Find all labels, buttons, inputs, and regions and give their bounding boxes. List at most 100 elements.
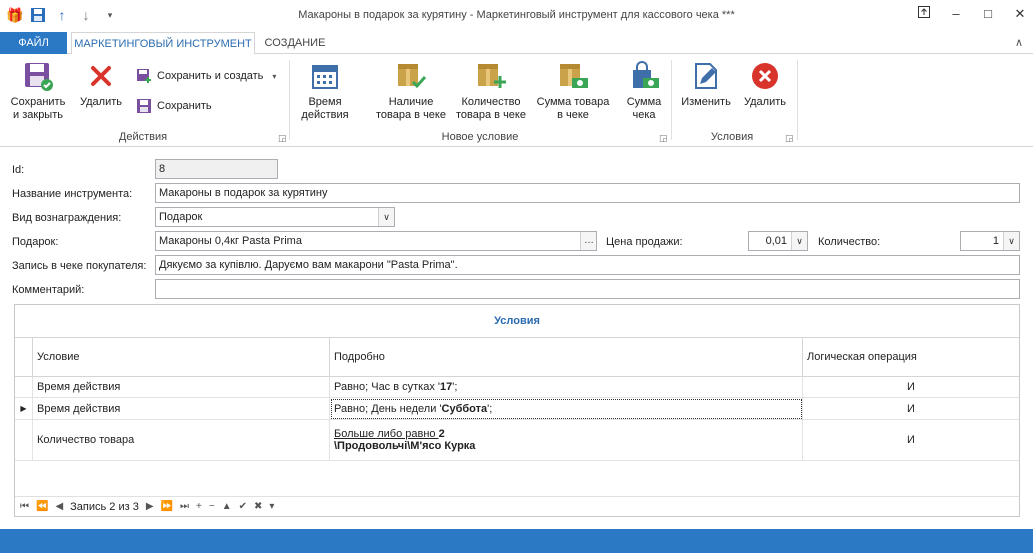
window-controls: – □ ✕ <box>917 6 1027 22</box>
quantity-condition-button[interactable]: Количество товара в чеке <box>452 60 530 122</box>
next-record-icon[interactable]: ▶ <box>146 501 154 512</box>
time-label-1: Время <box>308 96 342 108</box>
detail-value: 2 <box>438 428 445 440</box>
group-launcher-icon[interactable]: ◲ <box>785 133 794 144</box>
count-input[interactable]: 1 ∨ <box>960 231 1020 251</box>
current-row-indicator-icon[interactable]: ▶ <box>15 398 33 420</box>
detail-text-end: '; <box>452 381 458 393</box>
chevron-down-icon[interactable]: ∨ <box>1003 232 1019 250</box>
save-and-close-button[interactable]: Сохранить и закрыть <box>6 60 70 122</box>
delete-record-icon[interactable]: − <box>209 501 215 512</box>
gift-label: Подарок: <box>12 236 59 248</box>
count-value: 1 <box>992 235 999 247</box>
table-cell-detail[interactable]: Равно; Час в сутках ' 17 '; <box>330 377 803 398</box>
sum-check-label-2: чека <box>632 109 656 121</box>
edit-pencil-icon <box>695 63 717 89</box>
tab-file[interactable]: ФАЙЛ <box>0 32 67 54</box>
detail-line-1: Больше либо равно 2 <box>334 428 445 440</box>
receipt-label: Запись в чеке покупателя: <box>12 260 147 272</box>
box-check-icon <box>398 64 427 89</box>
save-create-icon <box>137 69 151 83</box>
cancel-record-icon[interactable]: ✖ <box>254 501 262 512</box>
group-launcher-icon[interactable]: ◲ <box>659 133 668 144</box>
qty-label-2: товара в чеке <box>456 109 526 121</box>
save-close-label-2: и закрыть <box>13 109 63 121</box>
table-cell-condition[interactable]: Количество товара <box>33 420 330 461</box>
table-cell-operation[interactable]: И <box>803 398 1019 420</box>
table-cell-condition[interactable]: Время действия <box>33 377 330 398</box>
row-indicator-header <box>15 338 33 377</box>
time-condition-button[interactable]: Время действия <box>296 60 354 122</box>
prev-page-icon[interactable]: ⏪ <box>36 501 48 512</box>
delete-condition-button[interactable]: Удалить <box>738 60 792 109</box>
conditions-grid: Условия Условие Подробно Логическая опер… <box>14 304 1020 517</box>
tab-marketing-tool[interactable]: МАРКЕТИНГОВЫЙ ИНСТРУМЕНТ <box>71 32 255 55</box>
restore-layout-icon[interactable] <box>917 6 931 22</box>
table-cell-detail[interactable]: Больше либо равно 2 \Продовольчі\М'ясо К… <box>330 420 803 461</box>
detail-line-2: \Продовольчі\М'ясо Курка <box>334 440 475 452</box>
name-input[interactable]: Макароны в подарок за курятину <box>155 183 1020 203</box>
presence-label-1: Наличие <box>388 96 434 108</box>
delete-circle-icon <box>752 63 778 89</box>
collapse-ribbon-icon[interactable]: ∧ <box>1015 36 1023 49</box>
close-icon[interactable]: ✕ <box>1013 6 1027 22</box>
gift-picker[interactable]: Макароны 0,4кг Pasta Prima … <box>155 231 597 251</box>
detail-text: Равно; День недели ' <box>334 402 442 415</box>
id-label: Id: <box>12 164 25 176</box>
table-cell-detail-focused[interactable]: Равно; День недели ' Суббота '; <box>330 398 803 420</box>
sum-check-label-1: Сумма <box>626 96 662 108</box>
save-close-label-1: Сохранить <box>10 96 66 108</box>
group-label-conditions: Условия <box>710 131 754 143</box>
edit-record-icon[interactable]: ▲ <box>222 501 232 512</box>
next-page-icon[interactable]: ⏩ <box>161 501 173 512</box>
row-indicator[interactable] <box>15 420 33 461</box>
count-label: Количество: <box>818 236 881 248</box>
goods-sum-condition-button[interactable]: Сумма товара в чеке <box>534 60 612 122</box>
comment-label: Комментарий: <box>12 284 85 296</box>
detail-text-end: '; <box>487 402 493 415</box>
comment-input[interactable] <box>155 279 1020 299</box>
column-header-detail[interactable]: Подробно <box>330 338 803 377</box>
row-indicator[interactable] <box>15 377 33 398</box>
first-page-icon[interactable]: ⏮ <box>20 501 29 512</box>
apply-record-icon[interactable]: ✔ <box>239 501 247 512</box>
group-launcher-icon[interactable]: ◲ <box>278 133 287 144</box>
edit-label: Изменить <box>681 96 731 108</box>
edit-condition-button[interactable]: Изменить <box>678 60 734 109</box>
maximize-icon[interactable]: □ <box>981 6 995 22</box>
chevron-down-icon[interactable]: ∨ <box>378 208 394 226</box>
detail-product-path: \Продовольчі\М'ясо Курка <box>334 440 476 452</box>
add-record-icon[interactable]: + <box>196 501 202 512</box>
delete-x-icon <box>91 66 111 86</box>
column-header-condition[interactable]: Условие <box>33 338 330 377</box>
table-cell-condition[interactable]: Время действия <box>33 398 330 420</box>
delete-button[interactable]: Удалить <box>74 60 128 109</box>
reward-value: Подарок <box>159 211 203 223</box>
sum-goods-label-1: Сумма товара <box>536 96 610 108</box>
dropdown-arrow-icon[interactable]: ▾ <box>272 72 276 81</box>
save-close-icon <box>25 63 53 91</box>
save-button[interactable]: Сохранить <box>136 98 212 114</box>
gift-value: Макароны 0,4кг Pasta Prima <box>159 235 302 247</box>
qty-label-1: Количество <box>461 96 521 108</box>
chevron-down-icon[interactable]: ∨ <box>791 232 807 250</box>
tab-create[interactable]: СОЗДАНИЕ <box>258 32 332 55</box>
presence-condition-button[interactable]: Наличие товара в чеке <box>374 60 448 122</box>
column-header-operation[interactable]: Логическая операция <box>803 338 1019 377</box>
filter-icon[interactable]: ▾ <box>269 501 274 512</box>
last-page-icon[interactable]: ⏭ <box>180 501 189 512</box>
prev-record-icon[interactable]: ◀ <box>55 501 63 512</box>
save-and-create-button[interactable]: Сохранить и создать ▾ <box>136 68 276 84</box>
reward-select[interactable]: Подарок ∨ <box>155 207 395 227</box>
table-cell-operation[interactable]: И <box>803 420 1019 461</box>
table-cell-operation[interactable]: И <box>803 377 1019 398</box>
check-sum-condition-button[interactable]: Сумма чека <box>620 60 668 122</box>
minimize-icon[interactable]: – <box>949 6 963 22</box>
calendar-icon <box>312 65 338 89</box>
ellipsis-icon[interactable]: … <box>580 232 596 250</box>
presence-label-2: товара в чеке <box>376 109 446 121</box>
delete-label: Удалить <box>80 96 122 108</box>
price-input[interactable]: 0,01 ∨ <box>748 231 808 251</box>
receipt-input[interactable]: Дякуємо за купівлю. Даруємо вам макарони… <box>155 255 1020 275</box>
reward-label: Вид вознаграждения: <box>12 212 122 224</box>
